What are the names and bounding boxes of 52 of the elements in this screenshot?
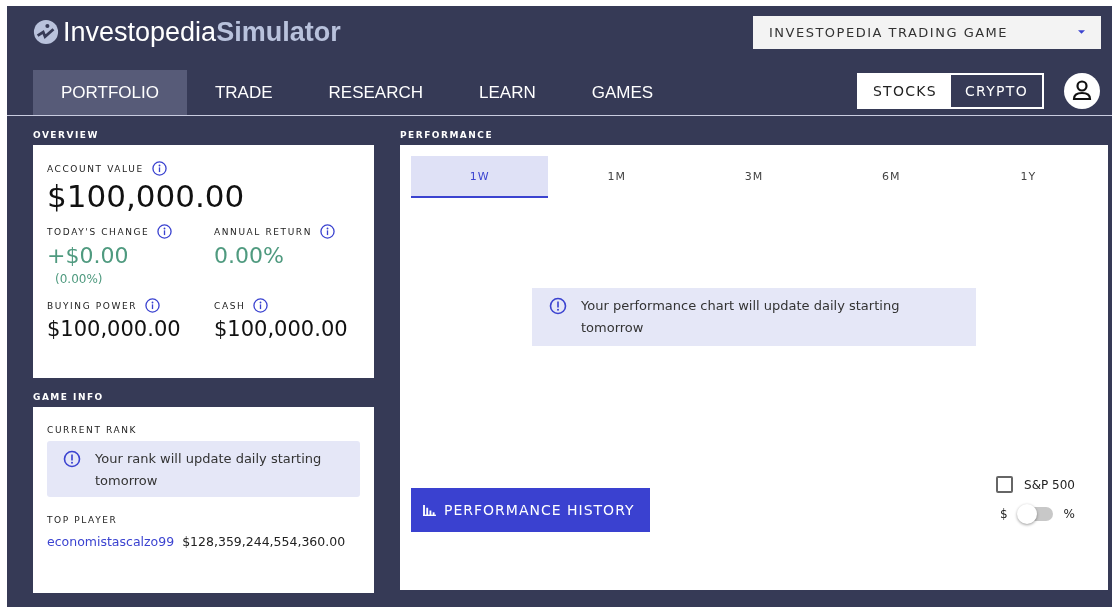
todays-change: +$0.00 [47, 243, 130, 268]
info-icon[interactable] [145, 298, 161, 313]
toggle-label: $ [999, 507, 1008, 521]
section-title: OVERVIEW [33, 129, 100, 142]
range-tab[interactable]: 1W [411, 156, 549, 198]
bar-chart-icon [423, 504, 436, 516]
section-title: PERFORMANCE [400, 129, 495, 142]
annual-return: 0.00% [214, 243, 285, 268]
range-tab[interactable]: 1Y [959, 156, 1097, 198]
field-label: TODAY'S CHANGE [47, 226, 150, 237]
asset-tab[interactable]: CRYPTO [951, 74, 1042, 107]
logo-brand: Investopedia [63, 16, 217, 48]
buying-power: $100,000.00 [47, 317, 182, 341]
alert-icon [63, 450, 81, 468]
notice-text: Your performance chart will update daily starting tomorrow [581, 297, 901, 337]
user-icon[interactable] [1064, 72, 1100, 109]
caret-icon [1078, 30, 1085, 34]
info-icon[interactable] [157, 224, 173, 239]
range-tab[interactable]: 3M [685, 156, 823, 198]
logo-product: Simulator [216, 16, 341, 48]
toggle-label: % [1063, 507, 1075, 521]
info-icon[interactable] [151, 161, 167, 176]
player-value: $128,359,244,554,360.00 [182, 534, 346, 549]
field-label: CURRENT RANK [47, 425, 139, 435]
range-tab[interactable]: 1M [548, 156, 686, 198]
logo-icon [33, 19, 59, 45]
field-label: BUYING POWER [47, 300, 138, 311]
player-link[interactable]: economistascalzo99 [47, 534, 175, 549]
nav-tab[interactable]: RESEARCH [300, 70, 452, 115]
field-label: ANNUAL RETURN [214, 226, 313, 237]
field-label: ACCOUNT VALUE [47, 163, 144, 174]
field-label: TOP PLAYER [47, 515, 119, 525]
alert-icon [549, 297, 567, 315]
info-icon[interactable] [320, 224, 336, 239]
field-label: CASH [214, 300, 246, 311]
account-value: $100,000.00 [47, 178, 246, 214]
checkbox-label: S&P 500 [1024, 477, 1075, 492]
range-tab[interactable]: 6M [822, 156, 960, 198]
nav-tab[interactable]: GAMES [563, 70, 682, 115]
benchmark-checkbox[interactable] [996, 476, 1014, 493]
todays-change-percent: (0.00%) [55, 272, 104, 286]
section-title: GAME INFO [33, 391, 105, 404]
nav-tab[interactable]: TRADE [186, 70, 301, 115]
asset-tab[interactable]: STOCKS [858, 74, 951, 107]
unit-toggle[interactable] [1018, 507, 1053, 521]
nav-tab[interactable]: PORTFOLIO [33, 70, 187, 115]
nav-tab[interactable]: LEARN [451, 70, 564, 115]
notice-text: Your rank will update daily starting tomorrow [95, 450, 323, 490]
game-select[interactable]: INVESTOPEDIA TRADING GAME [753, 15, 1101, 49]
performance-history-button[interactable]: PERFORMANCE HISTORY [411, 488, 650, 532]
cash-value: $100,000.00 [214, 317, 349, 341]
info-icon[interactable] [253, 298, 269, 313]
